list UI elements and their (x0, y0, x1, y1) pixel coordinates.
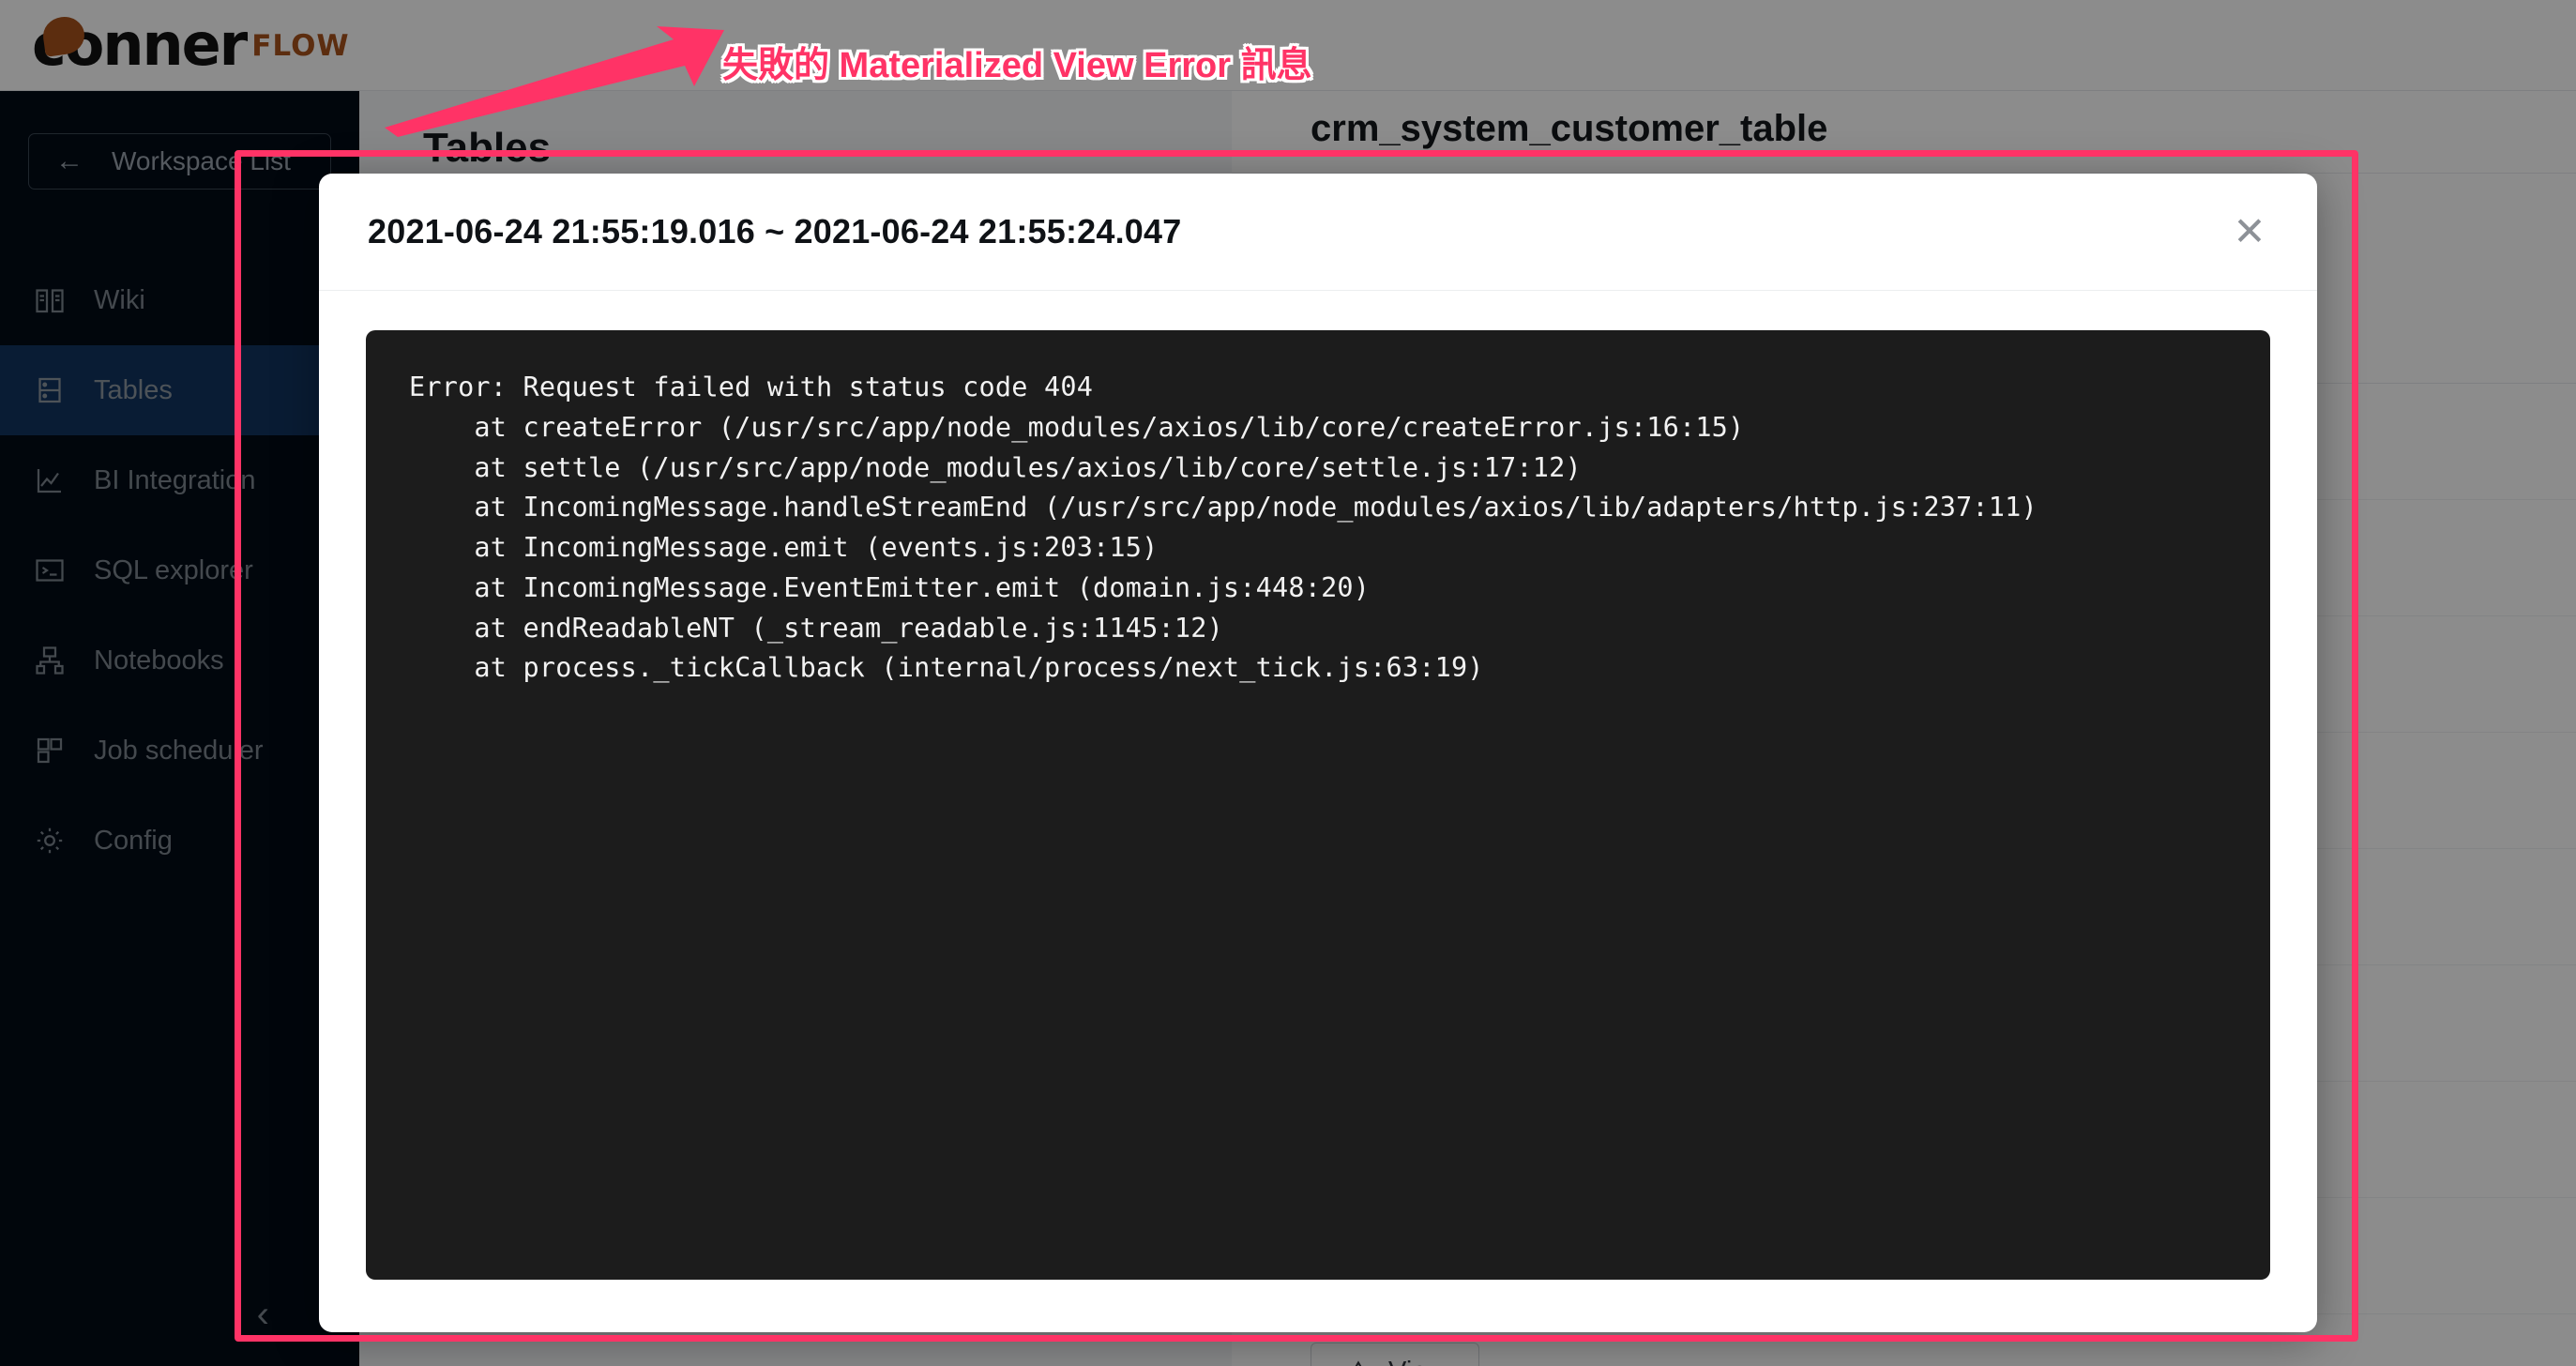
close-icon[interactable]: ✕ (2223, 205, 2276, 258)
error-log-dialog: 2021-06-24 21:55:19.016 ~ 2021-06-24 21:… (319, 174, 2317, 1332)
arrow-up-right-icon (385, 26, 724, 137)
dialog-body: Error: Request failed with status code 4… (319, 291, 2317, 1332)
error-console[interactable]: Error: Request failed with status code 4… (366, 330, 2270, 1280)
dialog-header: 2021-06-24 21:55:19.016 ~ 2021-06-24 21:… (319, 174, 2317, 291)
error-stack-trace: Error: Request failed with status code 4… (409, 372, 2038, 684)
screen-root: conner FLOW ← Workspace List Wiki Tables… (0, 0, 2576, 1366)
dialog-title: 2021-06-24 21:55:19.016 ~ 2021-06-24 21:… (368, 212, 1182, 250)
annotation-label: 失敗的 Materialized View Error 訊息 (722, 46, 1312, 85)
